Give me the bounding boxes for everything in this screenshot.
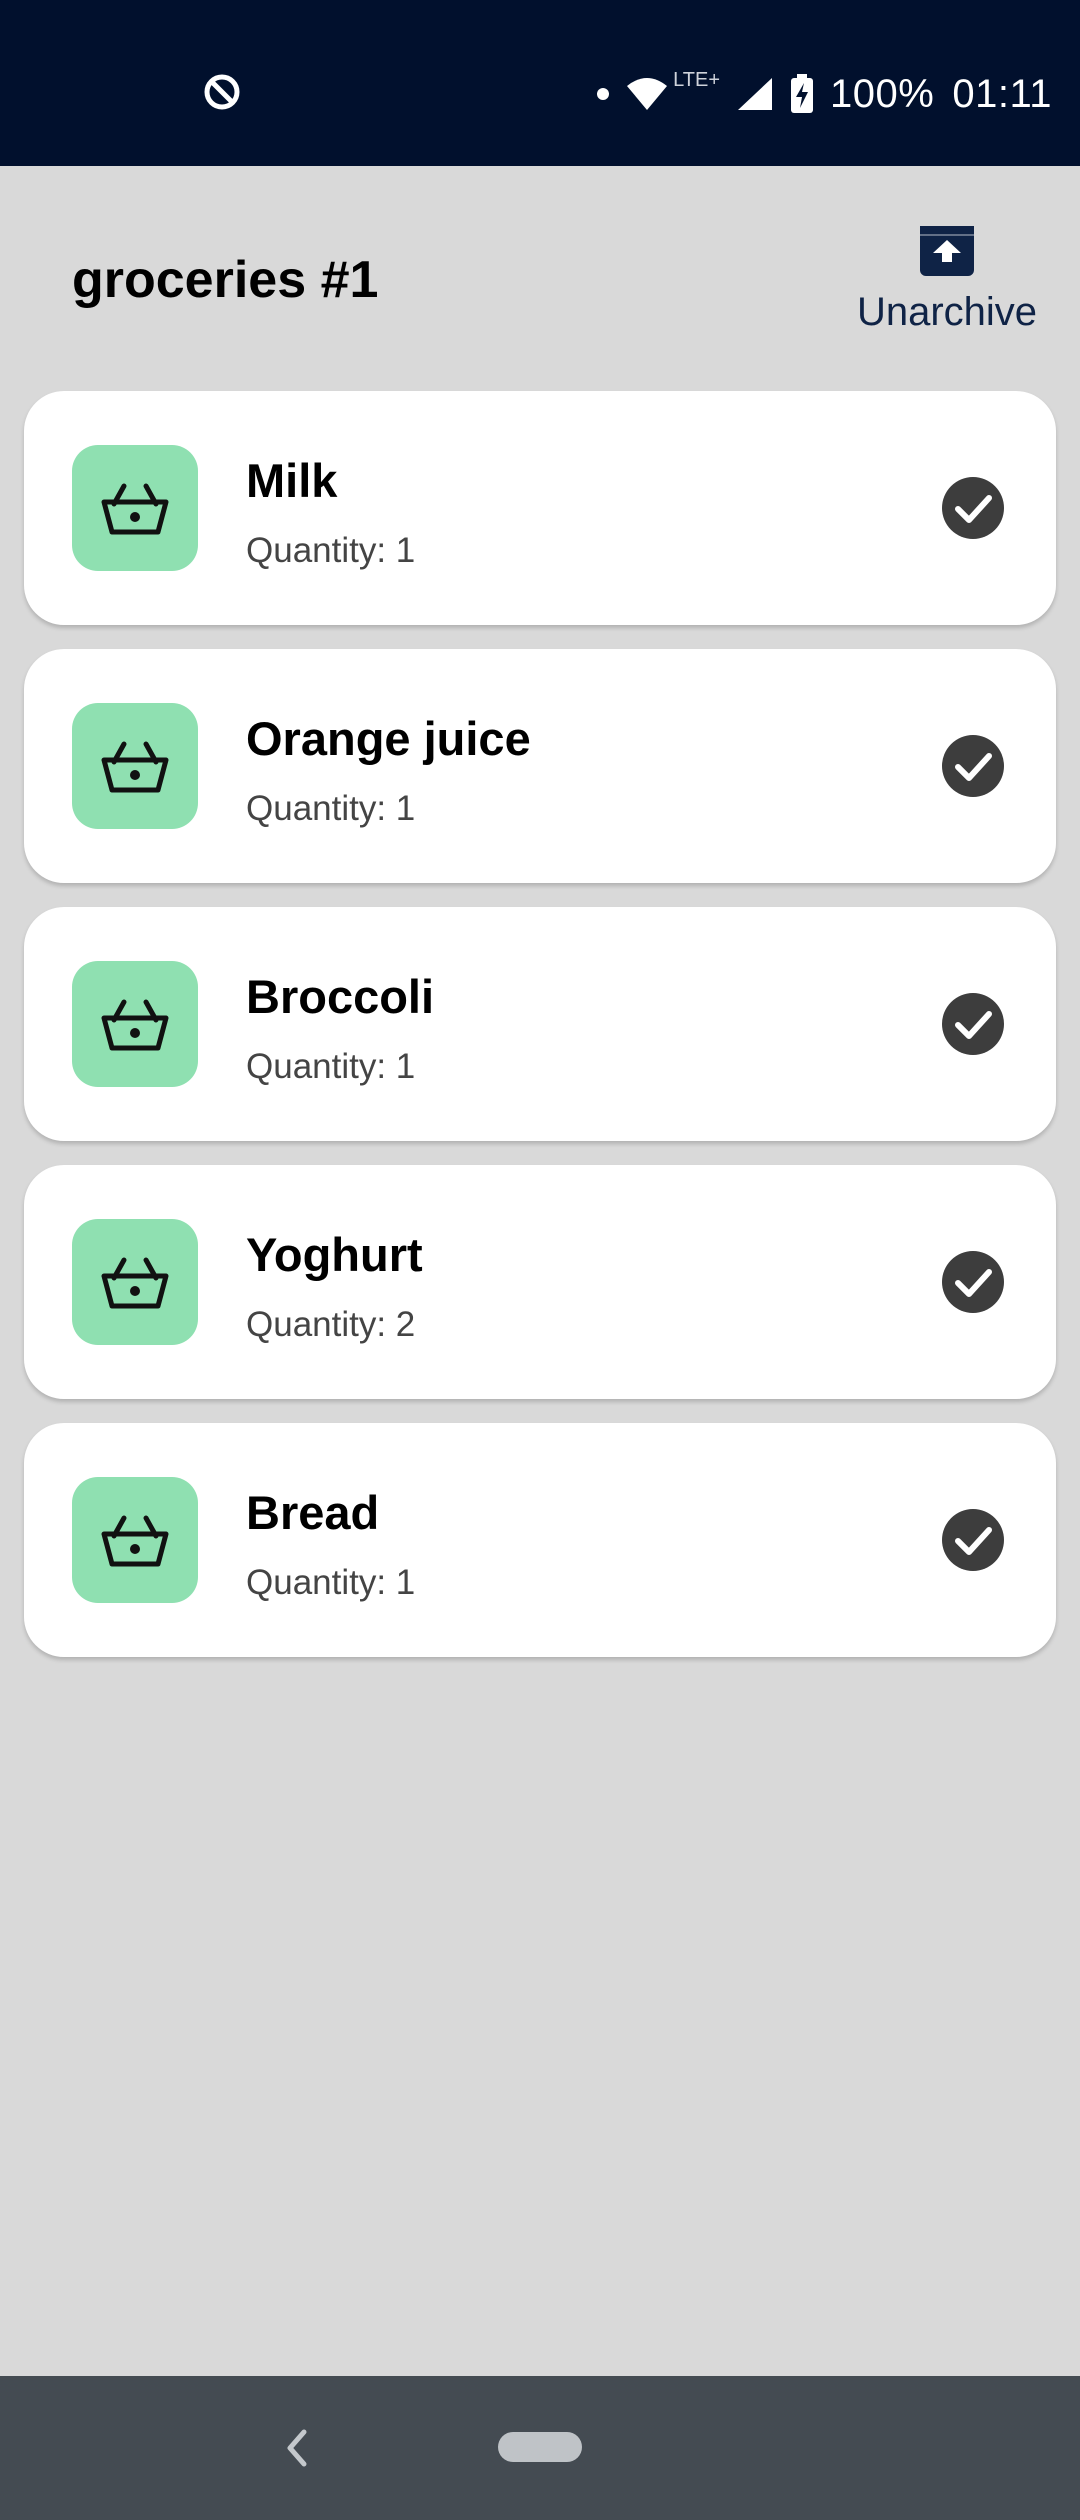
list-item[interactable]: Orange juice Quantity: 1 bbox=[24, 649, 1056, 883]
item-name: Yoghurt bbox=[246, 1228, 423, 1281]
check-circle-icon[interactable] bbox=[942, 1509, 1004, 1571]
item-tile bbox=[72, 1477, 198, 1603]
unarchive-icon bbox=[920, 226, 974, 276]
shopping-basket-icon bbox=[101, 741, 169, 793]
item-quantity: Quantity: 1 bbox=[246, 1563, 416, 1602]
shopping-basket-icon bbox=[101, 1257, 169, 1309]
notification-dot bbox=[597, 88, 610, 100]
list-item[interactable]: Yoghurt Quantity: 2 bbox=[24, 1165, 1056, 1399]
list-item[interactable]: Broccoli Quantity: 1 bbox=[24, 907, 1056, 1141]
wifi-icon bbox=[627, 78, 668, 110]
battery-level: 100% bbox=[830, 71, 935, 116]
data-saver-icon bbox=[204, 74, 240, 110]
shopping-basket-icon bbox=[101, 1515, 169, 1567]
item-tile bbox=[72, 961, 198, 1087]
item-tile bbox=[72, 1219, 198, 1345]
home-button[interactable] bbox=[498, 2432, 582, 2462]
clock: 01:11 bbox=[952, 71, 1052, 116]
signal-icon bbox=[738, 78, 773, 110]
check-circle-icon[interactable] bbox=[942, 735, 1004, 797]
item-quantity: Quantity: 1 bbox=[246, 789, 416, 828]
item-name: Bread bbox=[246, 1486, 380, 1539]
item-tile bbox=[72, 445, 198, 571]
item-tile bbox=[72, 703, 198, 829]
battery-charging-icon bbox=[791, 74, 814, 113]
item-name: Broccoli bbox=[246, 970, 435, 1023]
item-quantity: Quantity: 1 bbox=[246, 531, 416, 570]
item-quantity: Quantity: 2 bbox=[246, 1305, 416, 1344]
shopping-basket-icon bbox=[101, 483, 169, 535]
network-type: LTE+ bbox=[673, 68, 721, 91]
item-quantity: Quantity: 1 bbox=[246, 1047, 416, 1086]
list-item[interactable]: Bread Quantity: 1 bbox=[24, 1423, 1056, 1657]
unarchive-button[interactable]: Unarchive bbox=[852, 222, 1042, 342]
check-circle-icon[interactable] bbox=[942, 1251, 1004, 1313]
status-bar: LTE+ 100% 01:11 bbox=[0, 0, 1080, 166]
list-item[interactable]: Milk Quantity: 1 bbox=[24, 391, 1056, 625]
item-name: Orange juice bbox=[246, 712, 531, 765]
unarchive-label: Unarchive bbox=[856, 290, 1038, 334]
check-circle-icon[interactable] bbox=[942, 477, 1004, 539]
back-chevron-icon[interactable] bbox=[282, 2424, 314, 2472]
shopping-basket-icon bbox=[101, 999, 169, 1051]
item-name: Milk bbox=[246, 454, 338, 507]
grocery-list: Milk Quantity: 1 Orange juice Quantity: … bbox=[24, 391, 1056, 1681]
check-circle-icon[interactable] bbox=[942, 993, 1004, 1055]
page-title: groceries #1 bbox=[72, 251, 379, 309]
